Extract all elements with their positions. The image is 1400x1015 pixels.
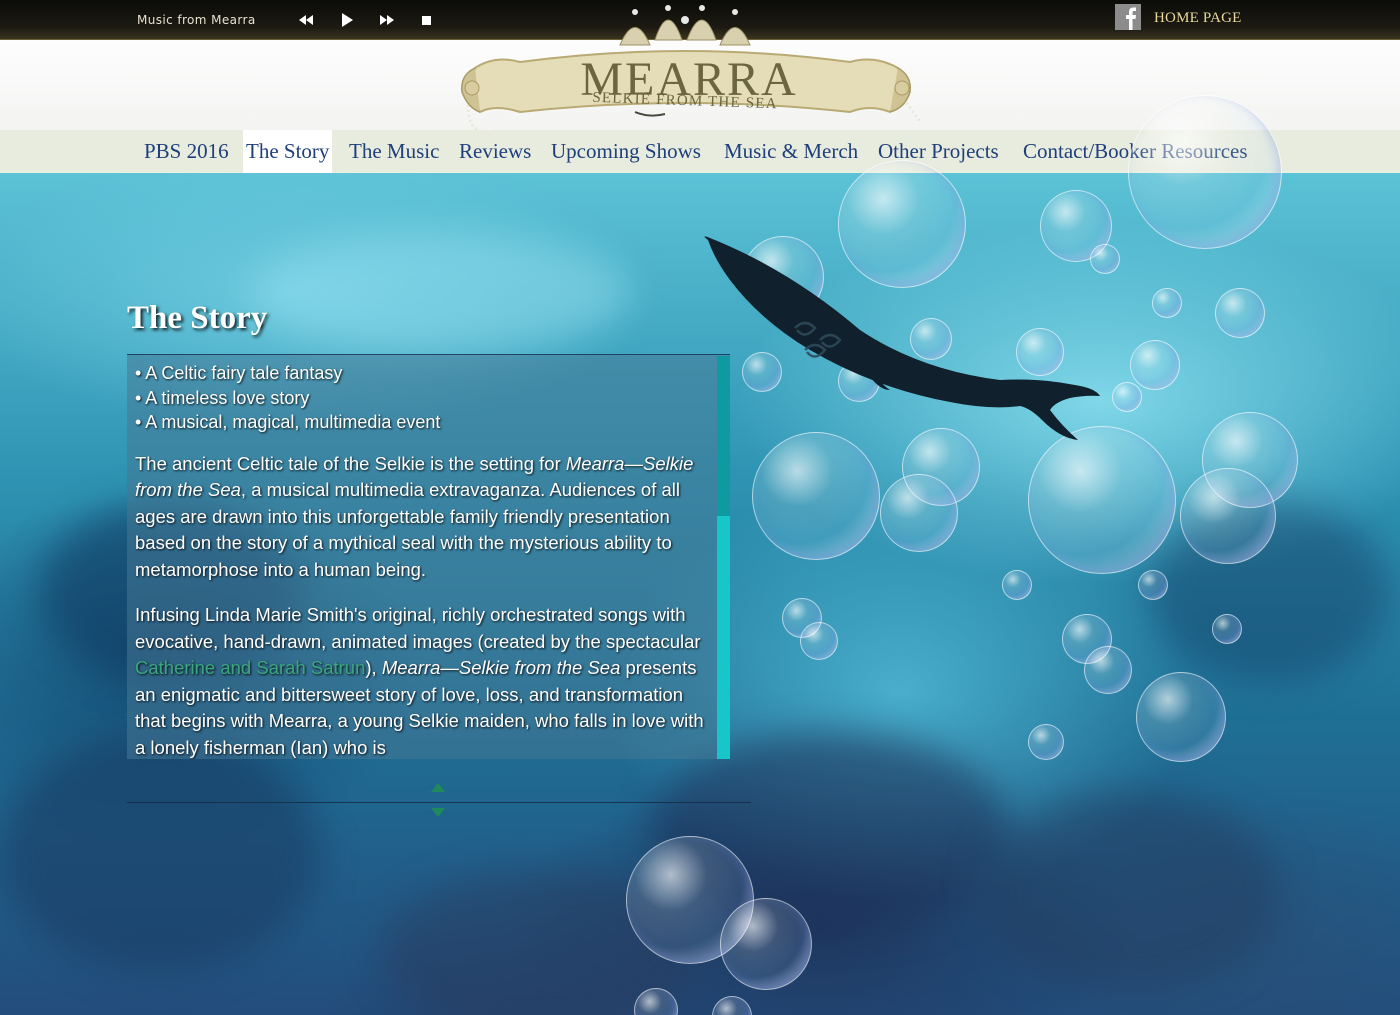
bubble (1215, 288, 1265, 338)
story-bullets: • A Celtic fairy tale fantasy • A timele… (135, 361, 715, 435)
scroll-down-arrow-icon[interactable] (431, 808, 445, 817)
bubble (1180, 468, 1276, 564)
scroll-up-arrow-icon[interactable] (431, 783, 445, 792)
bubble (1138, 570, 1168, 600)
play-icon[interactable] (337, 10, 357, 30)
bubble (1136, 672, 1226, 762)
bubble (800, 622, 838, 660)
show-title-emphasis: Mearra—Selkie from the Sea (381, 657, 621, 678)
list-item: • A musical, magical, multimedia event (135, 412, 441, 432)
bubble (1112, 382, 1142, 412)
list-item: • A timeless love story (135, 387, 310, 408)
paragraph-text: The ancient Celtic tale of the Selkie is… (135, 452, 566, 474)
stop-icon[interactable] (417, 10, 437, 30)
bubble (1128, 95, 1282, 249)
bubble (880, 474, 958, 552)
bubble (1212, 614, 1242, 644)
bubble (752, 432, 880, 560)
bubble (1002, 570, 1032, 600)
divider (127, 802, 751, 803)
bubble (1028, 724, 1064, 760)
rewind-icon[interactable] (296, 10, 316, 30)
bubble (720, 898, 812, 990)
satrun-credit-link[interactable]: Catherine and Sarah Satrun (135, 657, 365, 678)
bubble (1152, 288, 1182, 318)
site-logo[interactable]: MEARRA SELKIE FROM THE SEA (450, 0, 920, 150)
story-content: • A Celtic fairy tale fantasy • A timele… (135, 361, 715, 759)
nav-item-the-story[interactable]: The Story (243, 130, 333, 173)
music-player-title: Music from Mearra (137, 13, 256, 27)
bubble (1084, 646, 1132, 694)
list-item: • A Celtic fairy tale fantasy (135, 363, 343, 383)
fast-forward-icon[interactable] (377, 10, 397, 30)
page-title: The Story (127, 300, 268, 336)
paragraph-text: ), (365, 657, 382, 678)
story-paragraph-2: Infusing Linda Marie Smith's original, r… (135, 602, 715, 759)
home-page-link[interactable]: HOME PAGE (1154, 10, 1242, 27)
facebook-icon[interactable] (1115, 4, 1141, 30)
seal-illustration (700, 230, 1110, 450)
paragraph-text: Infusing Linda Marie Smith's original, r… (135, 604, 701, 652)
scrollbar-thumb[interactable] (717, 516, 730, 759)
bubble (1130, 340, 1180, 390)
story-paragraph-1: The ancient Celtic tale of the Selkie is… (135, 451, 715, 584)
nav-item-the-music[interactable]: The Music (342, 130, 446, 173)
story-scroll-panel[interactable]: • A Celtic fairy tale fantasy • A timele… (127, 354, 730, 759)
nav-item-pbs-2016[interactable]: PBS 2016 (136, 130, 237, 173)
